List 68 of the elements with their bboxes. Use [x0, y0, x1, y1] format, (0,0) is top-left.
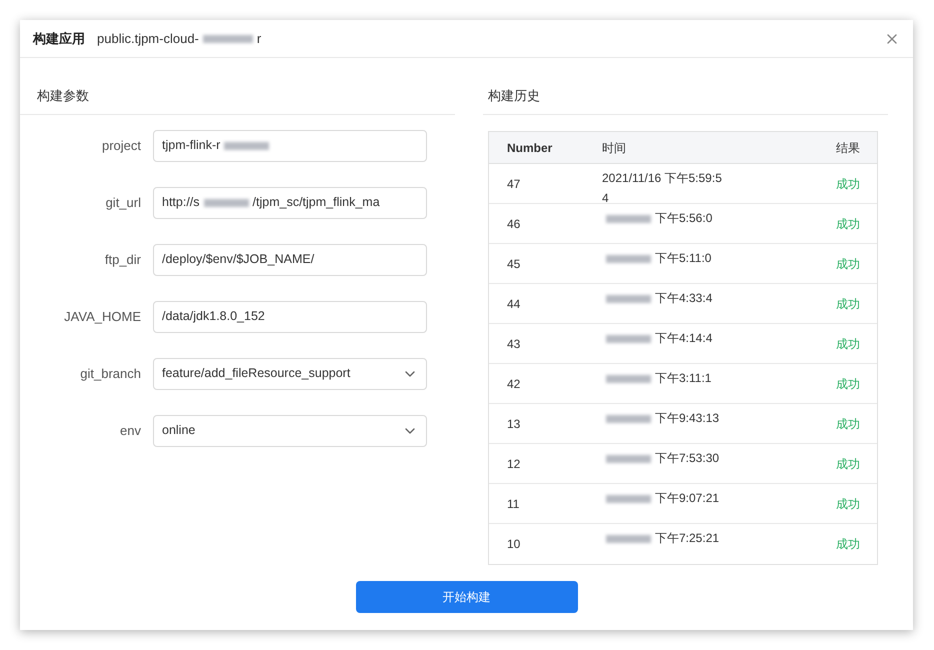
- status-text: 成功: [835, 416, 861, 432]
- field-value: /data/jdk1.8.0_152: [162, 308, 265, 326]
- redaction-blur: [606, 374, 651, 383]
- field-value: tjpm-flink-r: [162, 136, 274, 155]
- redaction-blur: [606, 414, 651, 423]
- table-cell-text: 11: [506, 496, 520, 512]
- redaction-blur: [202, 35, 253, 44]
- table-cell: 下午9:43:13: [602, 408, 724, 428]
- table-cell: 下午9:07:21: [602, 488, 724, 508]
- status-text: 成功: [835, 376, 861, 392]
- table-cell-text: 43: [506, 336, 522, 352]
- status-text: 成功: [835, 536, 861, 553]
- table-cell: 下午7:25:21: [602, 528, 724, 548]
- table-cell-text: 45: [506, 256, 522, 272]
- status-text: 成功: [835, 456, 861, 472]
- status-text: 成功: [835, 256, 861, 272]
- redaction-blur: [606, 534, 651, 543]
- field-value: http://s /tjpm_sc/tjpm_flink_ma: [162, 194, 380, 212]
- field-label: ftp_dir: [104, 250, 142, 269]
- table-cell-text: 46: [506, 216, 522, 232]
- table-cell-text: 44: [506, 296, 522, 312]
- table-cell-text: 12: [506, 456, 522, 472]
- field-label: project: [100, 136, 142, 155]
- table-cell-text: 42: [506, 376, 522, 392]
- status-text: 成功: [835, 336, 861, 352]
- redaction-blur: [606, 334, 651, 343]
- redaction-blur: [606, 254, 651, 263]
- status-text: 成功: [835, 176, 861, 192]
- field-label: git_branch: [79, 364, 142, 383]
- input-field[interactable]: /deploy/$env/$JOB_NAME/: [153, 244, 427, 276]
- redaction-blur: [606, 214, 651, 223]
- redaction-blur: [224, 142, 270, 150]
- table-cell-text: 13: [506, 416, 522, 432]
- table-cell: 下午3:11:1: [602, 368, 724, 388]
- dialog-subtitle: public.tjpm-cloud- r: [97, 30, 262, 48]
- section-title: 构建参数: [37, 87, 89, 105]
- table-cell-text: 47: [506, 176, 522, 192]
- dialog-title: 构建应用: [33, 30, 85, 48]
- table-cell: 下午4:14:4: [602, 328, 724, 348]
- field-value: feature/add_fileResource_support: [162, 365, 350, 382]
- column-header: 时间: [601, 140, 627, 156]
- input-field[interactable]: http://s /tjpm_sc/tjpm_flink_ma: [153, 186, 427, 218]
- field-label: env: [119, 422, 142, 440]
- field-value: /deploy/$env/$JOB_NAME/: [162, 251, 314, 268]
- select-field[interactable]: feature/add_fileResource_support: [153, 358, 427, 390]
- start-build-button[interactable]: 开始构建: [356, 581, 578, 613]
- column-header: 结果: [835, 140, 861, 156]
- table-cell: 下午4:33:4: [602, 288, 724, 308]
- input-field[interactable]: tjpm-flink-r: [153, 130, 427, 162]
- table-cell-text: 2021/11/16 下午5:59:54: [602, 170, 723, 207]
- table-cell: 下午5:56:0: [602, 208, 724, 228]
- status-text: 成功: [835, 296, 861, 312]
- column-header: Number: [506, 140, 554, 156]
- table-cell: 下午5:11:0: [602, 248, 724, 268]
- redaction-blur: [606, 494, 651, 503]
- status-text: 成功: [835, 496, 861, 512]
- input-field[interactable]: /data/jdk1.8.0_152: [153, 300, 427, 332]
- field-label: git_url: [104, 194, 142, 212]
- redaction-blur: [204, 198, 249, 207]
- table-cell-text: 10: [506, 536, 522, 553]
- status-text: 成功: [835, 216, 861, 232]
- section-title: 构建历史: [488, 87, 540, 105]
- table-cell: 下午7:53:30: [602, 448, 724, 468]
- select-field[interactable]: online: [153, 414, 427, 446]
- field-label: JAVA_HOME: [63, 308, 142, 326]
- field-value: online: [162, 422, 196, 440]
- redaction-blur: [606, 294, 651, 303]
- redaction-blur: [606, 454, 651, 463]
